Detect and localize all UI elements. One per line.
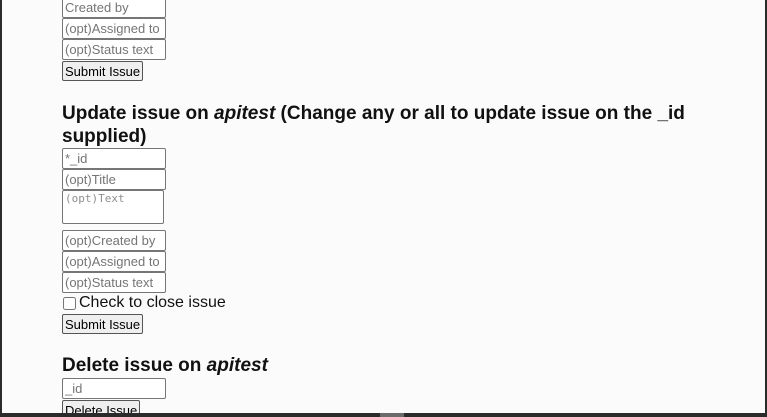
submit-issue-button[interactable]: Submit Issue <box>62 314 144 334</box>
delete-issue-button[interactable]: Delete Issue <box>62 400 141 413</box>
scrollbar-thumb[interactable] <box>380 413 404 417</box>
created-by-field[interactable] <box>62 0 166 18</box>
title-field[interactable] <box>62 169 166 190</box>
delete-heading-prefix: Delete issue on <box>62 355 207 376</box>
submit-issue-button[interactable]: Submit Issue <box>62 61 144 81</box>
update-heading-project: apitest <box>214 103 276 124</box>
close-issue-label: Check to close issue <box>79 294 226 311</box>
assigned-to-field[interactable] <box>62 18 166 39</box>
assigned-to-field[interactable] <box>62 251 166 272</box>
delete-issue-heading: Delete issue on apitest <box>62 354 702 377</box>
update-heading-prefix: Update issue on <box>62 103 215 124</box>
issue-id-field[interactable] <box>62 148 166 169</box>
page-viewport: Submit Issue Update issue on apitest (Ch… <box>2 0 765 413</box>
status-text-field[interactable] <box>62 272 166 293</box>
close-issue-checkbox[interactable] <box>63 296 76 310</box>
delete-issue-form: Delete issue on apitest Delete Issue <box>62 354 742 413</box>
page-content: Submit Issue Update issue on apitest (Ch… <box>62 0 742 413</box>
delete-heading-project: apitest <box>206 355 268 376</box>
issue-text-field[interactable] <box>62 190 164 224</box>
create-issue-form: Submit Issue <box>62 0 742 81</box>
update-issue-heading: Update issue on apitest (Change any or a… <box>62 102 702 148</box>
close-issue-row[interactable]: Check to close issue <box>62 293 742 313</box>
update-issue-form: Update issue on apitest (Change any or a… <box>62 102 742 334</box>
issue-id-field[interactable] <box>62 378 166 399</box>
status-text-field[interactable] <box>62 39 166 60</box>
created-by-field[interactable] <box>62 230 166 251</box>
